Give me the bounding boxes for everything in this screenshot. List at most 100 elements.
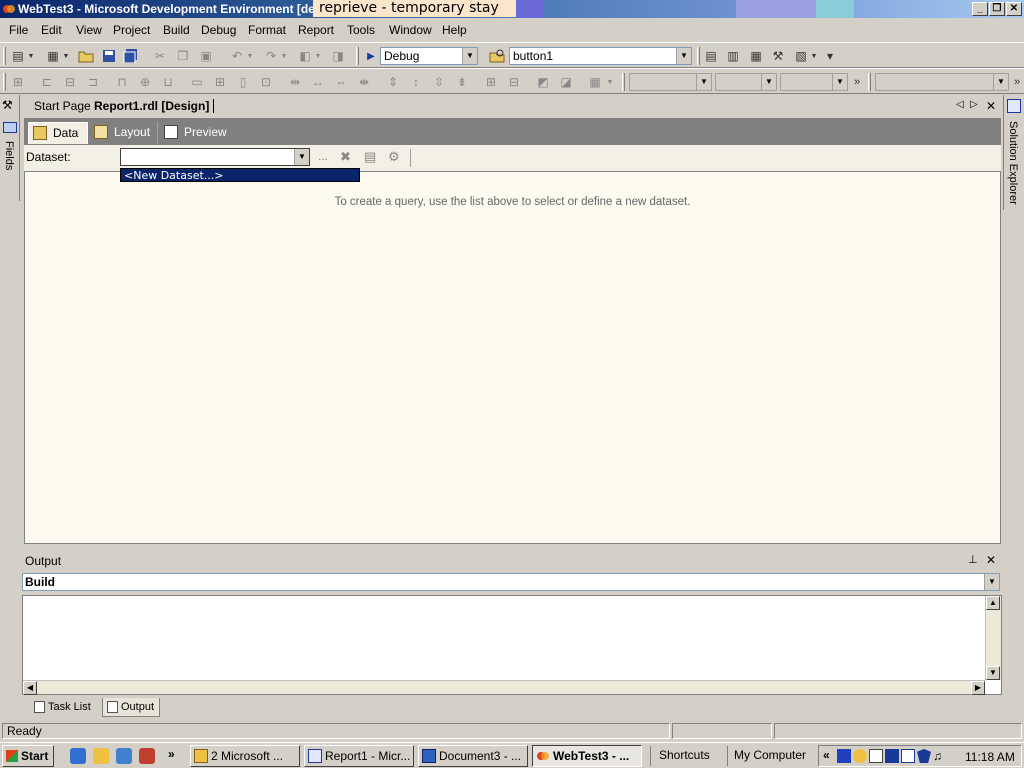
dataset-select[interactable]: ▼: [120, 148, 310, 166]
tray-clock-icon[interactable]: [853, 749, 867, 763]
new-project-icon[interactable]: ▤: [10, 48, 26, 64]
scroll-right-icon[interactable]: ▷: [970, 99, 978, 110]
output-text-area[interactable]: ▲ ▼ ◀ ▶: [22, 595, 1002, 695]
tab-preview[interactable]: Preview: [160, 122, 240, 144]
output-horizontal-scrollbar[interactable]: ◀ ▶: [23, 680, 985, 695]
horizontal-spacing-increase-icon[interactable]: ↔: [310, 74, 326, 90]
bring-to-front-icon[interactable]: ◩: [535, 74, 551, 90]
horizontal-spacing-equal-icon[interactable]: ⇹: [287, 74, 303, 90]
tab-report-design[interactable]: Report1.rdl [Design]: [94, 99, 215, 113]
output-source-select[interactable]: Build ▼: [22, 573, 1000, 591]
toolbar-overflow-icon[interactable]: »: [851, 74, 863, 90]
toolbox-icon[interactable]: ⚒: [2, 98, 13, 112]
tab-data[interactable]: Data: [28, 122, 88, 144]
menu-format[interactable]: Format: [248, 23, 286, 37]
restore-button[interactable]: ❐: [989, 2, 1005, 16]
save-all-icon[interactable]: [123, 48, 139, 64]
find-combo[interactable]: button1 ▼: [509, 47, 692, 65]
align-bottom-icon[interactable]: ⊔: [160, 74, 176, 90]
start-debug-icon[interactable]: ▶: [363, 48, 379, 64]
menu-build[interactable]: Build: [163, 23, 190, 37]
shortcuts-toolbar[interactable]: Shortcuts: [659, 748, 710, 762]
tools-icon[interactable]: ⚒: [770, 48, 786, 64]
tray-antivirus-icon[interactable]: [901, 749, 915, 763]
chevron-down-icon[interactable]: ▼: [462, 48, 477, 64]
cut-icon[interactable]: ✂: [152, 48, 168, 64]
chevron-down-icon[interactable]: ▼: [993, 74, 1008, 90]
taskbar-button-active[interactable]: WebTest3 - ...: [532, 745, 642, 767]
center-vertically-icon[interactable]: ⊟: [506, 74, 522, 90]
fields-tab[interactable]: Fields: [3, 141, 15, 170]
chevron-down-icon[interactable]: ▼: [832, 74, 847, 90]
media-icon[interactable]: [139, 748, 155, 764]
font-size-select[interactable]: ▼: [715, 73, 777, 91]
chevron-down-icon[interactable]: ▼: [696, 74, 711, 90]
chevron-down-icon[interactable]: ▼: [676, 48, 691, 64]
desktop-icon[interactable]: [116, 748, 132, 764]
scroll-down-icon[interactable]: ▼: [986, 666, 1000, 680]
my-computer-toolbar[interactable]: My Computer: [734, 748, 806, 762]
menu-window[interactable]: Window: [389, 23, 432, 37]
font-style-select[interactable]: ▼: [780, 73, 848, 91]
make-same-height-icon[interactable]: ▯: [235, 74, 251, 90]
make-same-width-icon[interactable]: ▭: [189, 74, 205, 90]
solution-explorer-toolbar-icon[interactable]: ▤: [703, 48, 719, 64]
find-in-files-icon[interactable]: [489, 48, 505, 64]
navigate-forward-icon[interactable]: ◨: [330, 48, 346, 64]
menu-report[interactable]: Report: [298, 23, 334, 37]
taskbar-button[interactable]: Document3 - ...: [418, 745, 528, 767]
edit-dataset-button[interactable]: ...: [318, 149, 328, 163]
save-icon[interactable]: [101, 48, 117, 64]
vertical-spacing-increase-icon[interactable]: ↕: [408, 74, 424, 90]
align-right-icon[interactable]: ⊐: [85, 74, 101, 90]
toolbar-grip[interactable]: [356, 47, 359, 65]
tab-task-list[interactable]: Task List: [30, 698, 100, 717]
ie-icon[interactable]: [70, 748, 86, 764]
toolbar-grip[interactable]: [868, 73, 871, 91]
menu-help[interactable]: Help: [442, 23, 467, 37]
menu-edit[interactable]: Edit: [41, 23, 62, 37]
paste-icon[interactable]: ▣: [198, 48, 214, 64]
tray-network-icon[interactable]: [885, 749, 899, 763]
chevron-down-icon[interactable]: ▼: [294, 149, 309, 165]
toolbar-overflow-icon[interactable]: ▾: [825, 48, 835, 64]
size-to-grid-icon[interactable]: ⊞: [212, 74, 228, 90]
toolbar-grip[interactable]: [3, 73, 6, 91]
query-design-area[interactable]: To create a query, use the list above to…: [24, 171, 1001, 544]
scroll-up-icon[interactable]: ▲: [986, 596, 1000, 610]
menu-project[interactable]: Project: [113, 23, 150, 37]
output-vertical-scrollbar[interactable]: ▲ ▼: [985, 596, 1001, 680]
fields-icon[interactable]: [3, 122, 17, 133]
align-center-icon[interactable]: ⊟: [62, 74, 78, 90]
solution-explorer-icon[interactable]: [1007, 99, 1021, 113]
minimize-button[interactable]: _: [972, 2, 988, 16]
scroll-left-icon[interactable]: ◀: [23, 681, 37, 695]
taskbar-button[interactable]: 2 Microsoft ...: [190, 745, 300, 767]
properties-icon[interactable]: ▥: [725, 48, 741, 64]
menu-view[interactable]: View: [76, 23, 102, 37]
new-dataset-option[interactable]: <New Dataset...>: [120, 168, 360, 182]
redo-icon[interactable]: ↷: [263, 48, 279, 64]
chevron-down-icon[interactable]: ▼: [984, 574, 999, 590]
copy-icon[interactable]: ❐: [175, 48, 191, 64]
undo-icon[interactable]: ↶: [229, 48, 245, 64]
style-select[interactable]: ▼: [875, 73, 1009, 91]
toolbar-grip[interactable]: [3, 47, 6, 65]
solution-explorer-tab[interactable]: Solution Explorer: [1007, 121, 1019, 205]
tab-layout[interactable]: Layout: [90, 122, 158, 144]
scroll-left-icon[interactable]: ◁: [956, 99, 964, 110]
vertical-spacing-decrease-icon[interactable]: ⇳: [431, 74, 447, 90]
border-icon[interactable]: ▦: [587, 74, 603, 90]
make-same-size-icon[interactable]: ⊡: [258, 74, 274, 90]
chevron-down-icon[interactable]: ▼: [761, 74, 776, 90]
open-folder-icon[interactable]: [78, 48, 94, 64]
toolbar-overflow-icon[interactable]: »: [1012, 74, 1022, 90]
tray-expand-icon[interactable]: «: [823, 748, 830, 762]
chevron-down-icon[interactable]: ▼: [606, 74, 614, 90]
toolbar-grip[interactable]: [697, 47, 700, 65]
close-output-icon[interactable]: ✕: [986, 553, 996, 567]
menu-debug[interactable]: Debug: [201, 23, 236, 37]
scroll-right-icon[interactable]: ▶: [971, 681, 985, 695]
chevron-down-icon[interactable]: ▼: [280, 48, 288, 64]
navigate-backward-icon[interactable]: ◧: [297, 48, 313, 64]
